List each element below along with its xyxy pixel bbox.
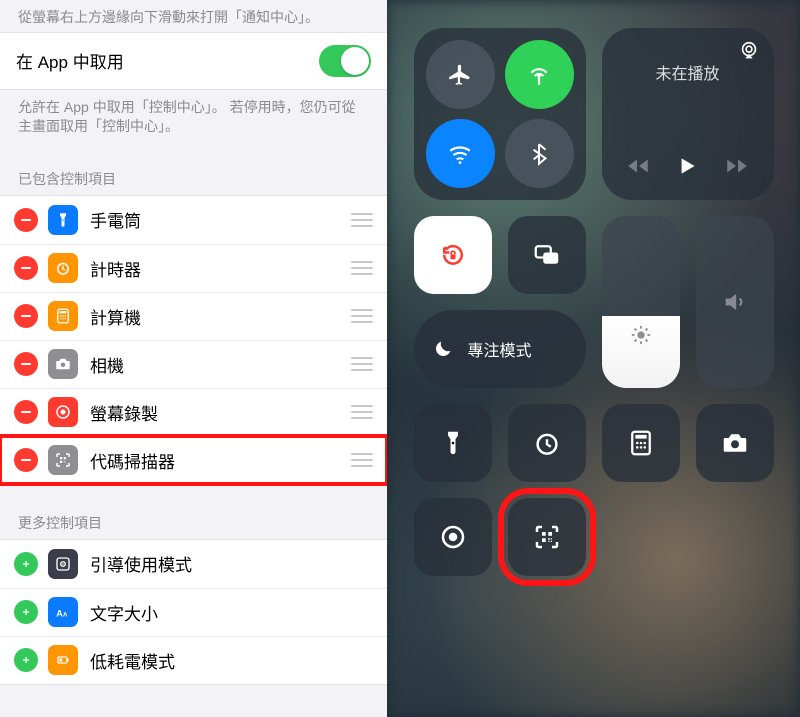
calculator-icon [48,301,78,331]
control-item-label: 文字大小 [90,600,373,625]
remove-button[interactable] [14,352,38,376]
settings-pane: 從螢幕右上方邊緣向下滑動來打開「通知中心」。 在 App 中取用 允許在 App… [0,0,387,717]
control-item-timer[interactable]: 計時器 [0,244,387,292]
sun-icon [630,324,652,346]
control-item-calculator[interactable]: 計算機 [0,292,387,340]
drag-handle[interactable] [351,213,373,227]
orientation-lock-tile[interactable] [414,216,492,294]
brightness-fill [602,316,680,388]
control-item-text-size[interactable]: AA 文字大小 [0,588,387,636]
more-list: 引導使用模式 AA 文字大小低耗電模式 [0,539,387,685]
focus-tile[interactable]: 專注模式 [414,310,586,388]
swipe-hint: 從螢幕右上方邊緣向下滑動來打開「通知中心」。 [0,0,387,32]
media-play-button[interactable] [674,153,700,184]
calculator-icon [626,428,656,458]
cellular-toggle[interactable] [505,40,574,109]
remove-button[interactable] [14,448,38,472]
control-item-screen-record[interactable]: 螢幕錄製 [0,388,387,436]
add-button[interactable] [14,600,38,624]
svg-text:A: A [56,609,63,619]
add-button[interactable] [14,648,38,672]
svg-text:A: A [63,613,68,619]
timer-icon [532,428,562,458]
antenna-icon [526,62,552,88]
control-item-label: 引導使用模式 [90,551,373,576]
low-power-icon [48,645,78,675]
access-in-app-note: 允許在 App 中取用「控制中心」。 若停用時，您仍可從主畫面取用「控制中心」。 [0,90,387,141]
more-header: 更多控制項目 [0,485,387,539]
bluetooth-toggle[interactable] [505,119,574,188]
timer-tile[interactable] [508,404,586,482]
camera-icon [720,428,750,458]
camera-tile[interactable] [696,404,774,482]
media-title: 未在播放 [655,60,719,84]
media-controls [614,153,762,190]
text-size-icon: AA [48,597,78,627]
brightness-slider[interactable] [602,216,680,388]
control-center-pane: 未在播放 專注模式 [387,0,800,717]
included-header: 已包含控制項目 [0,141,387,195]
remove-button[interactable] [14,304,38,328]
wifi-toggle[interactable] [426,119,495,188]
airplane-icon [447,62,473,88]
control-item-code-scanner[interactable]: 代碼掃描器 [0,436,387,484]
camera-icon [48,349,78,379]
drag-handle[interactable] [351,405,373,419]
control-item-low-power[interactable]: 低耗電模式 [0,636,387,684]
drag-handle[interactable] [351,261,373,275]
drag-handle[interactable] [351,453,373,467]
control-item-flashlight[interactable]: 手電筒 [0,196,387,244]
access-in-app-row[interactable]: 在 App 中取用 [0,32,387,90]
code-scanner-tile[interactable] [508,498,586,576]
access-in-app-switch[interactable] [319,45,371,77]
flashlight-tile[interactable] [414,404,492,482]
control-item-label: 手電筒 [90,207,351,232]
volume-slider[interactable] [696,216,774,388]
access-in-app-label: 在 App 中取用 [16,48,319,73]
control-item-camera[interactable]: 相機 [0,340,387,388]
flashlight-icon [438,428,468,458]
screen-mirroring-icon [532,240,562,270]
screen-record-icon [48,397,78,427]
control-item-label: 計算機 [90,304,351,329]
add-button[interactable] [14,552,38,576]
control-center-grid: 未在播放 專注模式 [387,0,800,604]
media-next-button[interactable] [724,153,750,184]
remove-button[interactable] [14,208,38,232]
bluetooth-icon [526,141,552,167]
orientation-lock-icon [438,240,468,270]
control-item-guided-access[interactable]: 引導使用模式 [0,540,387,588]
media-tile[interactable]: 未在播放 [602,28,774,200]
control-item-label: 代碼掃描器 [90,448,351,473]
screen-record-tile[interactable] [414,498,492,576]
connectivity-group [414,28,586,200]
airplane-toggle[interactable] [426,40,495,109]
timer-icon [48,253,78,283]
media-prev-button[interactable] [625,153,651,184]
included-list: 手電筒計時器計算機相機螢幕錄製代碼掃描器 [0,195,387,485]
wifi-icon [447,141,473,167]
control-item-label: 低耗電模式 [90,648,373,673]
moon-icon [432,338,454,360]
control-item-label: 計時器 [90,256,351,281]
control-item-label: 螢幕錄製 [90,400,351,425]
guided-access-icon [48,549,78,579]
remove-button[interactable] [14,400,38,424]
remove-button[interactable] [14,256,38,280]
control-item-label: 相機 [90,352,351,377]
screen-mirroring-tile[interactable] [508,216,586,294]
code-scanner-icon [48,445,78,475]
qr-scanner-icon [532,522,562,552]
flashlight-icon [48,205,78,235]
airplay-icon[interactable] [738,40,760,62]
focus-label: 專注模式 [468,337,532,361]
drag-handle[interactable] [351,309,373,323]
calculator-tile[interactable] [602,404,680,482]
drag-handle[interactable] [351,357,373,371]
speaker-icon [721,288,749,316]
record-icon [438,522,468,552]
